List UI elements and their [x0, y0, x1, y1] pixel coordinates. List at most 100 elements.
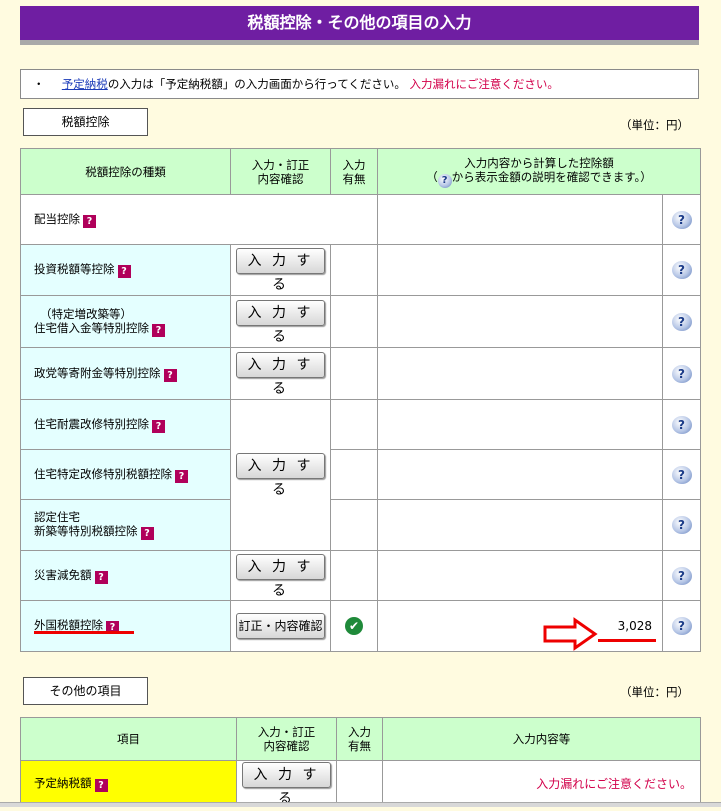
- notice-bullet: ・: [33, 77, 45, 91]
- has-input-cell: [330, 550, 378, 601]
- help-icon[interactable]: ?: [671, 210, 692, 229]
- help-icon[interactable]: ?: [671, 261, 692, 279]
- header-has-input: 入力 有無: [330, 148, 378, 195]
- header-credit-type: 税額控除の種類: [20, 148, 231, 195]
- has-input-cell: ✔: [330, 600, 378, 652]
- has-input-cell: [336, 760, 383, 807]
- row-label: 災害減免額: [34, 567, 92, 582]
- input-cell: 入 力 す る: [230, 550, 331, 601]
- row-disaster-reduction: 災害減免額?: [20, 550, 231, 601]
- row-label: 配当控除: [34, 211, 80, 226]
- help-icon[interactable]: ?: [671, 617, 692, 635]
- amount-cell: [377, 449, 663, 500]
- arrow-annotation-icon: [543, 617, 598, 651]
- input-button[interactable]: 入 力 す る: [236, 553, 325, 599]
- input-cell: 入 力 す る: [230, 347, 331, 400]
- row-label-line1: 認定住宅: [34, 510, 80, 524]
- row-foreign-tax-credit: 外国税額控除?: [20, 600, 231, 652]
- row-political-donation-credit: 政党等寄附金等特別控除?: [20, 347, 231, 400]
- has-input-cell: [330, 499, 378, 551]
- tax-credit-table: 税額控除の種類 入力・訂正 内容確認 入力 有無 入力内容から計算した控除額 （…: [20, 148, 702, 652]
- help-icon[interactable]: ?: [671, 465, 692, 484]
- help-cell: ?: [661, 499, 702, 551]
- header-confirm: 入力・訂正 内容確認: [230, 148, 331, 195]
- help-icon[interactable]: ?: [671, 415, 692, 434]
- row-label-line1: （特定増改築等）: [40, 306, 132, 321]
- question-icon[interactable]: ?: [175, 469, 188, 483]
- help-cell: ?: [661, 244, 702, 296]
- input-cell: 入 力 す る: [230, 244, 331, 296]
- header-content: 入力内容等: [382, 717, 701, 761]
- content-cell: 入力漏れにご注意ください。: [382, 760, 701, 807]
- input-cell: 入 力 す る: [236, 760, 337, 807]
- row-prepaid-tax: 予定納税額?: [20, 760, 237, 807]
- row-label: 政党等寄附金等特別控除: [34, 365, 161, 380]
- row-label-line2: 住宅借入金等特別控除: [34, 320, 149, 335]
- has-input-cell: [330, 244, 378, 296]
- header-amount: 入力内容から計算した控除額 （? から表示金額の説明を確認できます。）: [376, 148, 702, 195]
- help-cell: ?: [661, 347, 702, 400]
- input-cell: 入 力 す る: [230, 295, 331, 348]
- row-housing-loan-credit: （特定増改築等） 住宅借入金等特別控除?: [20, 295, 231, 348]
- input-button[interactable]: 入 力 す る: [236, 248, 325, 293]
- row-certified-housing-credit: 認定住宅 新築等特別税額控除?: [20, 499, 231, 551]
- has-input-cell: [330, 295, 378, 348]
- question-icon[interactable]: ?: [94, 778, 108, 792]
- row-investment-credit: 投資税額等控除?: [20, 244, 231, 296]
- question-icon[interactable]: ?: [152, 419, 165, 433]
- amount-cell: 3,028: [377, 600, 663, 652]
- prepaid-tax-warning: 入力漏れにご注意ください。: [536, 777, 692, 791]
- amount-cell: [377, 347, 663, 400]
- input-button[interactable]: 入 力 す る: [242, 761, 331, 807]
- help-icon[interactable]: ?: [671, 516, 692, 534]
- help-cell: ?: [661, 550, 702, 601]
- help-icon[interactable]: ?: [671, 364, 692, 383]
- help-cell: ?: [661, 194, 702, 245]
- has-input-cell: [330, 399, 378, 450]
- bottom-scroll-edge: [0, 802, 721, 807]
- help-cell: ?: [661, 399, 702, 450]
- amount-cell: [377, 194, 663, 245]
- row-label: 外国税額控除: [34, 618, 103, 632]
- question-icon[interactable]: ?: [83, 214, 96, 228]
- input-button[interactable]: 入 力 す る: [236, 299, 325, 345]
- row-dividend-credit: 配当控除?: [20, 194, 378, 245]
- has-input-cell: [330, 449, 378, 500]
- page-title: 税額控除・その他の項目の入力: [20, 6, 699, 45]
- header-item: 項目: [20, 717, 237, 761]
- header-amount-line1: 入力内容から計算した控除額: [464, 155, 614, 170]
- check-icon: ✔: [345, 617, 363, 635]
- tax-credit-unit: （単位：円）: [620, 118, 689, 132]
- notice-warning: 入力漏れにご注意ください。: [409, 77, 559, 91]
- question-icon[interactable]: ?: [163, 368, 177, 382]
- help-cell: ?: [661, 295, 702, 348]
- question-icon[interactable]: ?: [152, 323, 165, 337]
- question-icon[interactable]: ?: [117, 265, 131, 278]
- correct-confirm-button[interactable]: 訂正・内容確認: [236, 613, 325, 639]
- notice-box: ・ 予定納税の入力は「予定納税額」の入力画面から行ってください。 入力漏れにご注…: [20, 69, 699, 99]
- row-label: 予定納税額: [34, 775, 92, 790]
- input-button[interactable]: 入 力 す る: [236, 453, 325, 498]
- input-cell-merged: 入 力 す る: [230, 399, 331, 551]
- row-label: 投資税額等控除: [34, 262, 115, 276]
- foreign-tax-credit-amount: 3,028: [617, 619, 652, 633]
- input-button[interactable]: 入 力 す る: [236, 351, 325, 397]
- tax-credit-section-label: 税額控除: [23, 108, 148, 136]
- row-label-line2: 新築等特別税額控除: [34, 524, 138, 538]
- notice-text: の入力は「予定納税額」の入力画面から行ってください。: [107, 77, 406, 91]
- help-cell: ?: [661, 600, 702, 652]
- help-icon[interactable]: ?: [671, 312, 692, 331]
- other-items-table: 項目 入力・訂正 内容確認 入力 有無 入力内容等 予定納税額? 入 力 す る…: [20, 717, 701, 807]
- question-icon[interactable]: ?: [94, 570, 108, 584]
- row-label: 住宅特定改修特別税額控除: [34, 466, 172, 481]
- help-icon[interactable]: ?: [671, 566, 692, 585]
- question-icon[interactable]: ?: [140, 527, 154, 540]
- header-has-input: 入力 有無: [336, 717, 383, 761]
- prepaid-tax-link[interactable]: 予定納税: [62, 77, 108, 91]
- amount-cell: [377, 295, 663, 348]
- row-specific-renovation-credit: 住宅特定改修特別税額控除?: [20, 449, 231, 500]
- amount-cell: [377, 550, 663, 601]
- row-label: 住宅耐震改修特別控除: [34, 416, 149, 431]
- underline-annotation: [598, 639, 656, 642]
- input-cell: 訂正・内容確認: [230, 600, 331, 652]
